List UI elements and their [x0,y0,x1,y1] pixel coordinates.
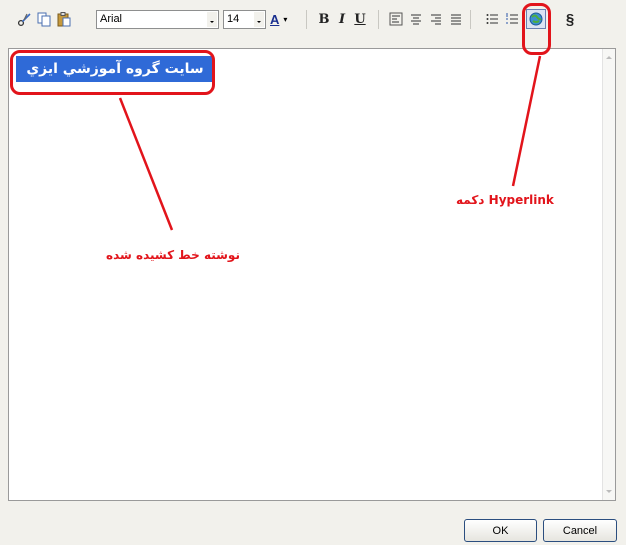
toolbar-separator [470,10,471,29]
ok-button[interactable]: OK [464,519,537,542]
numbered-list-button[interactable] [502,9,522,29]
align-center-button[interactable] [406,9,426,29]
justify-button[interactable] [446,9,466,29]
selected-text-annotation: نوشته خط کشیده شده [106,248,240,262]
copy-button[interactable] [34,9,54,29]
toolbar-separator [306,10,307,29]
bullet-list-button[interactable] [482,9,502,29]
italic-icon: I [338,11,346,27]
align-center-icon [411,14,421,25]
font-color-icon: A [270,11,280,27]
bold-icon: B [318,11,330,27]
font-size-combo[interactable]: 14 [223,10,266,29]
cancel-button[interactable]: Cancel [543,519,617,542]
font-size-dropdown-arrow[interactable] [254,12,264,27]
font-color-dropdown-arrow[interactable]: ▾ [283,15,287,24]
hyperlink-annotation: دکمه Hyperlink [456,193,554,207]
numbered-list-icon [506,13,518,24]
paste-button[interactable] [54,9,74,29]
font-name-combo[interactable]: Arial [96,10,219,29]
selected-text-callout-box [10,50,215,95]
paste-icon [57,12,71,27]
scroll-up-icon[interactable] [606,56,612,59]
editor-area[interactable] [8,48,616,501]
underline-icon: U [354,11,366,27]
scroll-down-icon[interactable] [606,490,612,493]
align-left-button[interactable] [386,9,406,29]
font-name-dropdown-arrow[interactable] [207,12,217,27]
font-name-value: Arial [100,13,123,25]
justify-icon [451,14,461,25]
align-left-icon [389,12,403,26]
cut-icon [17,13,31,27]
bold-button[interactable]: B [314,9,334,29]
align-right-icon [431,14,441,25]
underline-button[interactable]: U [350,9,370,29]
italic-button[interactable]: I [332,9,352,29]
vertical-scrollbar[interactable] [602,49,615,500]
toolbar-separator [378,10,379,29]
font-color-button[interactable]: A ▾ [270,9,300,29]
copy-icon [37,12,51,27]
bullet-list-icon [486,14,498,24]
align-right-button[interactable] [426,9,446,29]
font-size-value: 14 [227,13,240,25]
paragraph-symbol-icon: § [565,10,575,28]
cut-button[interactable] [15,9,35,29]
paragraph-symbol-button[interactable]: § [560,9,580,29]
hyperlink-callout-box [522,3,551,55]
